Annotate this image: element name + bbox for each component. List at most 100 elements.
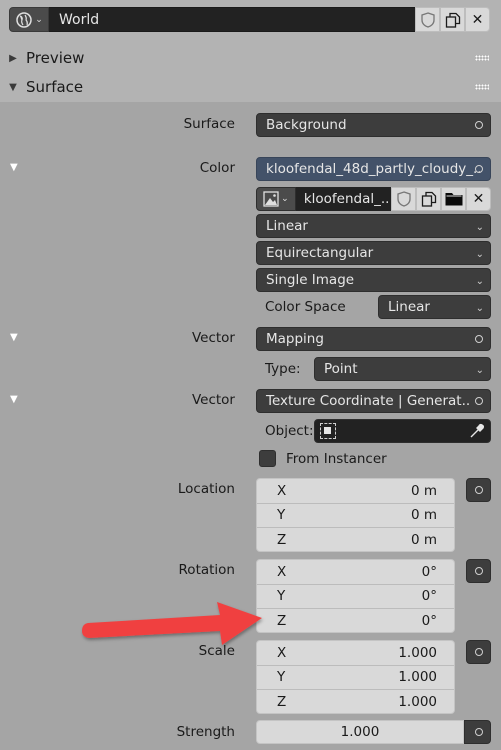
axis-label: Y (277, 588, 286, 605)
surface-label: Surface (183, 116, 235, 132)
rotation-label: Rotation (178, 562, 235, 578)
chevron-down-icon: ⌄ (475, 365, 484, 376)
interpolation-dropdown[interactable]: Linear ⌄ (256, 214, 491, 238)
interpolation-value: Linear (266, 218, 308, 234)
vector-label: Vector (191, 330, 235, 346)
scale-label: Scale (198, 643, 235, 659)
image-icon (263, 191, 279, 207)
location-y-field[interactable]: Y 0 m (257, 504, 454, 528)
fake-user-button[interactable] (391, 187, 417, 211)
axis-value: 0° (421, 563, 437, 580)
vector-texcoord-field[interactable]: Texture Coordinate | Generat.. (256, 389, 491, 413)
chevron-down-icon: ⌄ (475, 303, 484, 314)
color-space-label: Color Space (265, 299, 346, 315)
rotation-z-field[interactable]: Z 0° (257, 609, 454, 632)
fake-user-button[interactable] (415, 7, 440, 32)
rotation-socket-button[interactable] (466, 559, 491, 583)
socket-icon (475, 567, 483, 575)
projection-dropdown[interactable]: Equirectangular ⌄ (256, 241, 491, 265)
source-value: Single Image (266, 272, 355, 288)
panel-preview-header[interactable]: ▶ Preview (0, 44, 501, 72)
from-instancer-checkbox[interactable] (259, 450, 276, 467)
axis-label: X (277, 644, 287, 661)
chevron-down-icon: ⌄ (281, 194, 289, 204)
axis-label: X (277, 563, 287, 580)
socket-icon (475, 121, 483, 129)
chevron-down-icon: ⌄ (475, 276, 484, 287)
strength-socket-button[interactable] (464, 720, 491, 744)
vector-mapping-field[interactable]: Mapping (256, 327, 491, 351)
surface-shader-value: Background (266, 117, 347, 133)
object-icon (320, 423, 336, 439)
world-type-dropdown[interactable]: ⌄ (9, 7, 49, 32)
socket-icon (475, 486, 483, 494)
rotation-x-field[interactable]: X 0° (257, 560, 454, 585)
scale-x-field[interactable]: X 1.000 (257, 641, 454, 666)
shield-icon (420, 11, 435, 28)
panel-surface-header[interactable]: ▼ Surface (0, 73, 501, 101)
axis-label: Y (277, 669, 286, 686)
axis-label: Z (277, 694, 287, 711)
axis-label: Z (277, 613, 287, 630)
image-name-field[interactable]: kloofendal_.. (295, 187, 392, 211)
axis-value: 0° (421, 588, 437, 605)
scale-y-field[interactable]: Y 1.000 (257, 666, 454, 690)
axis-value: 0 m (410, 482, 437, 499)
color-input-value: kloofendal_48d_partly_cloudy_.. (266, 161, 482, 177)
type-label: Type: (265, 361, 301, 377)
axis-label: Y (277, 507, 286, 524)
rotation-y-field[interactable]: Y 0° (257, 585, 454, 609)
shield-icon (397, 191, 411, 207)
expanded-triangle-icon[interactable]: ▼ (10, 332, 18, 343)
object-field[interactable] (314, 419, 491, 443)
drag-handle-icon[interactable] (475, 84, 489, 90)
expanded-triangle-icon[interactable]: ▼ (10, 394, 18, 405)
scale-socket-button[interactable] (466, 640, 491, 664)
socket-icon (475, 728, 483, 736)
location-vector: X 0 m Y 0 m Z 0 m (256, 478, 455, 552)
duplicate-icon (445, 12, 460, 28)
image-datablock-row: ⌄ kloofendal_.. ✕ (256, 187, 491, 211)
close-icon: ✕ (472, 191, 485, 207)
color-label: Color (199, 160, 235, 176)
unlink-button[interactable]: ✕ (465, 7, 490, 32)
location-socket-button[interactable] (466, 478, 491, 502)
color-space-value: Linear (388, 299, 430, 315)
collapsed-triangle-icon: ▶ (9, 52, 17, 64)
object-label: Object: (265, 423, 314, 439)
axis-value: 1.000 (398, 694, 437, 711)
axis-value: 1.000 (398, 669, 437, 686)
scale-vector: X 1.000 Y 1.000 Z 1.000 (256, 640, 455, 714)
drag-handle-icon[interactable] (475, 55, 489, 61)
world-icon (16, 11, 32, 28)
axis-value: 0° (421, 613, 437, 630)
expanded-triangle-icon[interactable]: ▼ (10, 162, 18, 173)
strength-field[interactable]: 1.000 (256, 720, 464, 744)
duplicate-button[interactable] (416, 187, 442, 211)
expanded-triangle-icon: ▼ (9, 81, 17, 93)
chevron-down-icon: ⌄ (475, 249, 484, 260)
axis-value: 0 m (410, 507, 437, 524)
image-browse-dropdown[interactable]: ⌄ (256, 187, 296, 211)
location-label: Location (177, 481, 235, 497)
duplicate-icon (421, 191, 436, 207)
axis-value: 1.000 (398, 644, 437, 661)
color-space-dropdown[interactable]: Linear ⌄ (378, 295, 491, 319)
world-name-field[interactable]: World (49, 7, 415, 32)
axis-label: X (277, 482, 287, 499)
surface-shader-field[interactable]: Background (256, 113, 491, 137)
source-dropdown[interactable]: Single Image ⌄ (256, 268, 491, 292)
eyedropper-icon[interactable] (469, 423, 485, 439)
location-z-field[interactable]: Z 0 m (257, 528, 454, 551)
unlink-image-button[interactable]: ✕ (466, 187, 491, 211)
location-x-field[interactable]: X 0 m (257, 479, 454, 504)
scale-z-field[interactable]: Z 1.000 (257, 690, 454, 713)
open-image-button[interactable] (441, 187, 467, 211)
panel-title: Surface (26, 78, 84, 96)
color-input-field[interactable]: kloofendal_48d_partly_cloudy_.. (256, 157, 491, 181)
vector-label: Vector (191, 392, 235, 408)
mapping-type-dropdown[interactable]: Point ⌄ (314, 357, 491, 381)
socket-icon (475, 397, 483, 405)
rotation-vector: X 0° Y 0° Z 0° (256, 559, 455, 633)
duplicate-button[interactable] (440, 7, 465, 32)
